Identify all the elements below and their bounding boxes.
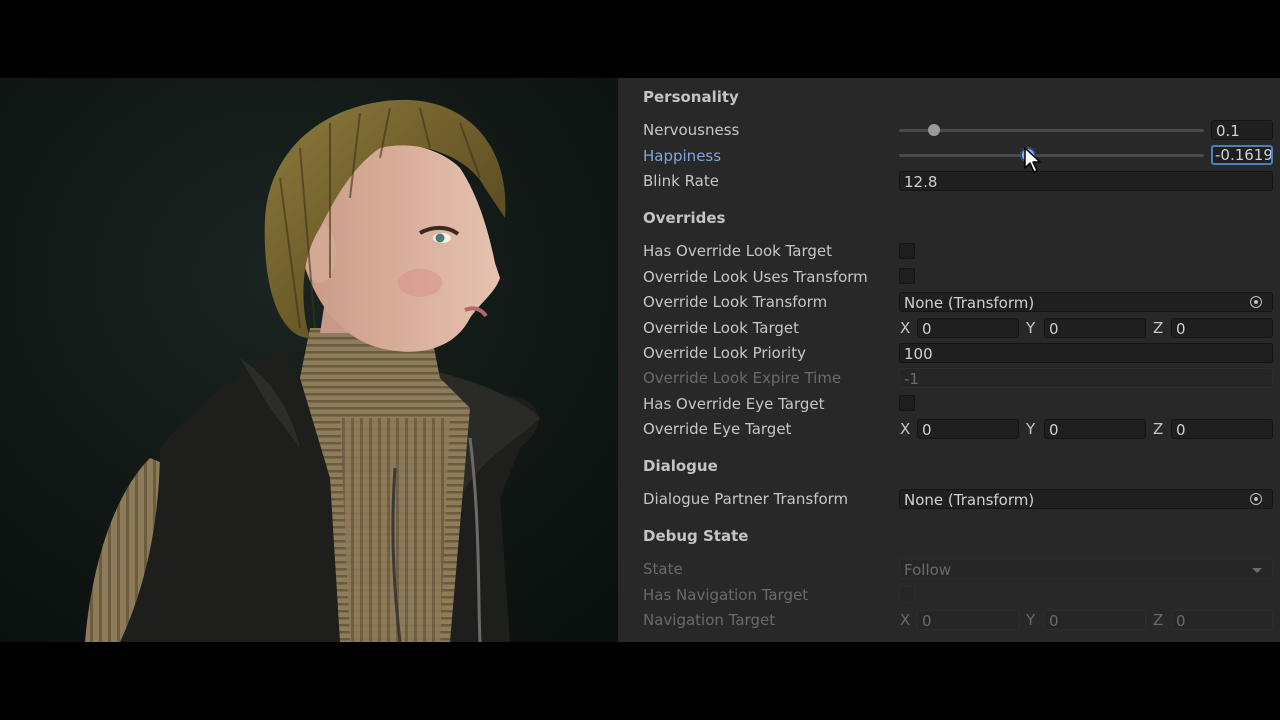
override-eye-target-x-field[interactable]: 0 — [917, 419, 1019, 439]
navigation-target-label: Navigation Target — [643, 611, 776, 629]
override-eye-target-label: Override Eye Target — [643, 420, 792, 438]
nervousness-label: Nervousness — [643, 121, 740, 139]
override-look-expire-time-label: Override Look Expire Time — [643, 369, 842, 387]
override-look-target-x-field[interactable]: 0 — [917, 318, 1019, 338]
navigation-target-y-field: 0 — [1044, 610, 1146, 630]
axis-x-label: X — [900, 420, 911, 438]
override-look-target-z-field[interactable]: 0 — [1171, 318, 1273, 338]
inspector-panel: Personality Nervousness 0.1 Happiness -0… — [618, 78, 1280, 642]
nervousness-slider[interactable] — [899, 129, 1204, 132]
navigation-target-x-field: 0 — [917, 610, 1019, 630]
has-override-eye-target-label: Has Override Eye Target — [643, 395, 825, 413]
axis-z-label: Z — [1153, 420, 1164, 438]
section-overrides: Overrides — [643, 209, 726, 227]
override-look-uses-transform-label: Override Look Uses Transform — [643, 268, 868, 286]
has-override-look-target-label: Has Override Look Target — [643, 242, 833, 260]
section-dialogue: Dialogue — [643, 457, 718, 475]
axis-x-label: X — [900, 319, 911, 337]
section-debug-state: Debug State — [643, 527, 749, 545]
override-look-transform-label: Override Look Transform — [643, 293, 828, 311]
override-eye-target-z-field[interactable]: 0 — [1171, 419, 1273, 439]
state-dropdown-value: Follow — [904, 561, 952, 579]
has-override-eye-target-checkbox[interactable] — [899, 395, 915, 411]
state-label: State — [643, 560, 683, 578]
happiness-value-field[interactable]: -0.16191 — [1211, 145, 1273, 165]
axis-z-label: Z — [1153, 611, 1164, 629]
override-look-expire-time-field: -1 — [899, 368, 1273, 388]
scene-viewport[interactable] — [0, 78, 618, 642]
override-look-priority-field[interactable]: 100 — [899, 343, 1273, 363]
dialogue-partner-transform-label: Dialogue Partner Transform — [643, 490, 849, 508]
override-look-transform-field[interactable]: None (Transform) — [899, 292, 1273, 312]
object-picker-icon[interactable] — [1250, 296, 1262, 308]
override-look-transform-value: None (Transform) — [904, 294, 1035, 312]
axis-y-label: Y — [1026, 420, 1036, 438]
happiness-slider[interactable] — [899, 154, 1204, 157]
axis-y-label: Y — [1026, 611, 1036, 629]
has-navigation-target-label: Has Navigation Target — [643, 586, 809, 604]
happiness-label: Happiness — [643, 147, 722, 165]
dialogue-partner-transform-value: None (Transform) — [904, 491, 1035, 509]
chevron-down-icon — [1252, 568, 1262, 573]
has-navigation-target-checkbox — [899, 586, 915, 602]
navigation-target-z-field: 0 — [1171, 610, 1273, 630]
nervousness-slider-knob[interactable] — [928, 124, 940, 136]
override-look-uses-transform-checkbox[interactable] — [899, 268, 915, 284]
state-dropdown: Follow — [899, 559, 1273, 579]
axis-x-label: X — [900, 611, 911, 629]
override-look-target-label: Override Look Target — [643, 319, 799, 337]
blink-rate-label: Blink Rate — [643, 172, 719, 190]
blink-rate-field[interactable]: 12.8 — [899, 171, 1273, 191]
nervousness-value-field[interactable]: 0.1 — [1211, 120, 1273, 140]
mouse-cursor-icon — [1024, 147, 1041, 173]
has-override-look-target-checkbox[interactable] — [899, 243, 915, 259]
object-picker-icon[interactable] — [1250, 493, 1262, 505]
character-render — [0, 78, 618, 642]
axis-y-label: Y — [1026, 319, 1036, 337]
dialogue-partner-transform-field[interactable]: None (Transform) — [899, 489, 1273, 509]
override-look-priority-label: Override Look Priority — [643, 344, 806, 362]
override-eye-target-y-field[interactable]: 0 — [1044, 419, 1146, 439]
axis-z-label: Z — [1153, 319, 1164, 337]
override-look-target-y-field[interactable]: 0 — [1044, 318, 1146, 338]
section-personality: Personality — [643, 88, 739, 106]
